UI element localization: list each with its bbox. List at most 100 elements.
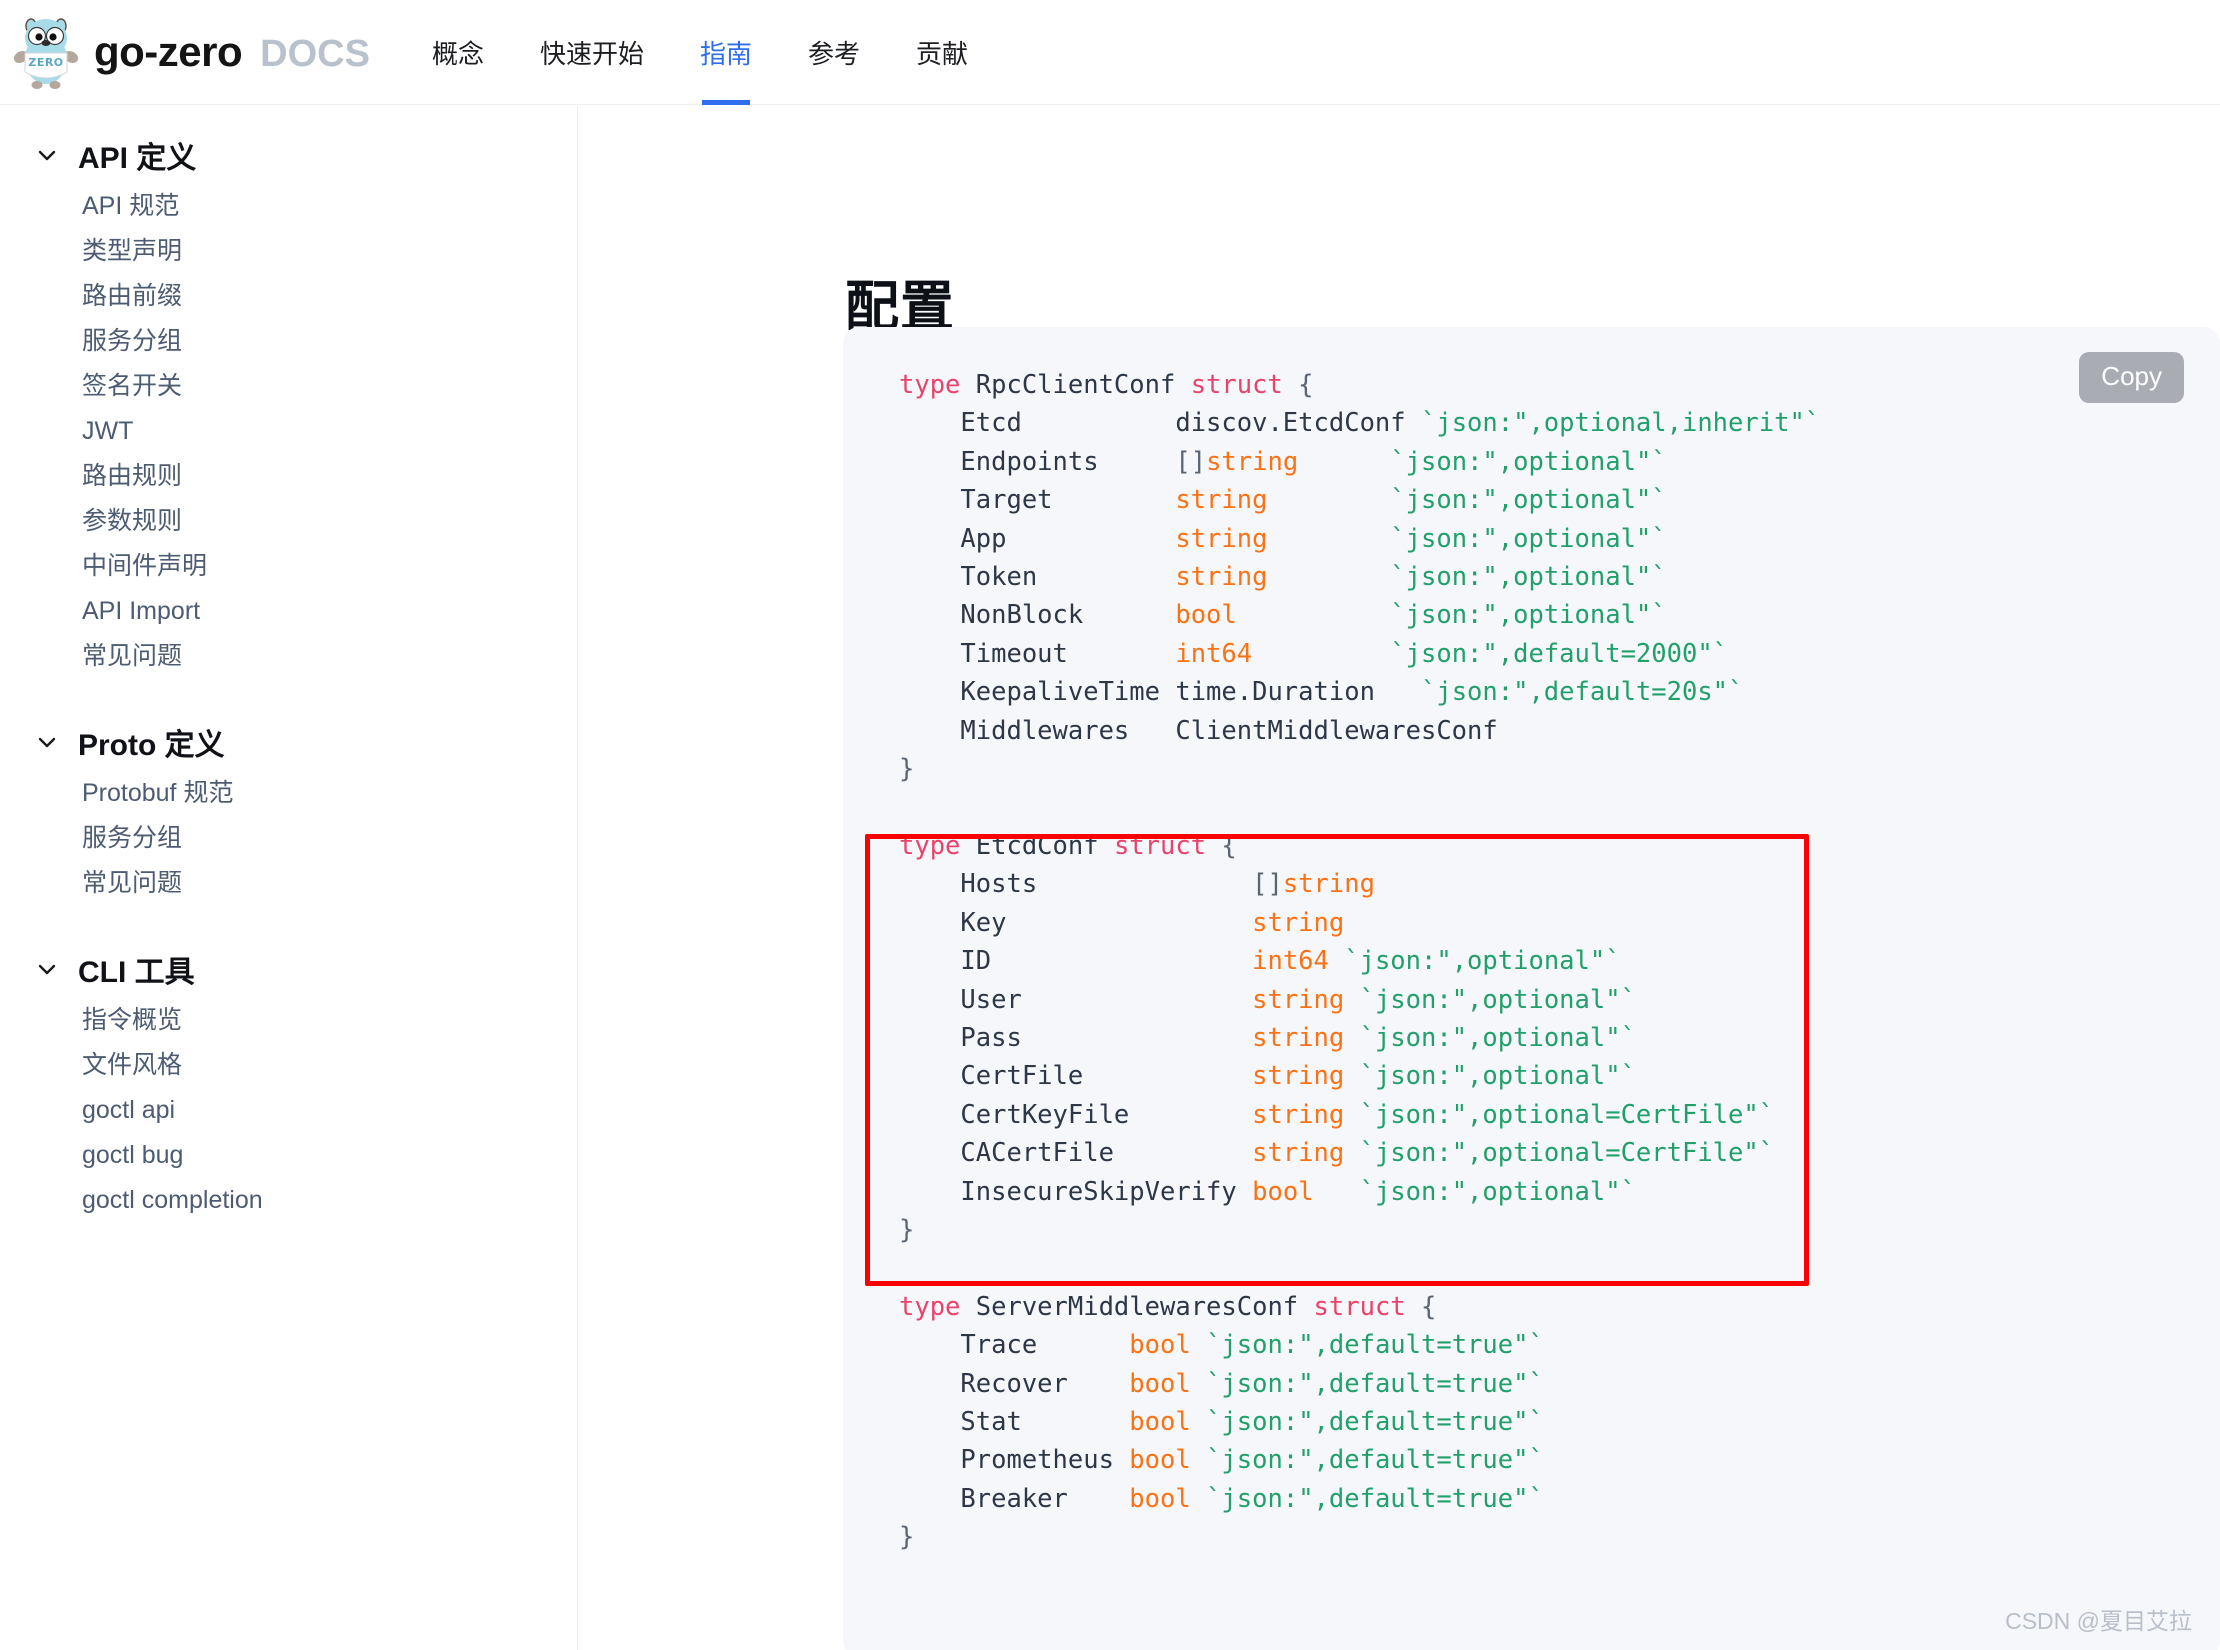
code-line: ID int64 `json:",optional"` <box>899 942 1820 980</box>
code-line: Timeout int64 `json:",default=2000"` <box>899 635 1820 673</box>
sidebar-section-title: Proto 定义 <box>78 729 225 762</box>
sidebar-section-header-1[interactable]: Proto 定义 <box>0 713 577 771</box>
topnav-item-3[interactable]: 参考 <box>808 0 860 105</box>
chevron-down-icon <box>34 729 60 755</box>
sidebar-section-gap <box>0 679 577 713</box>
topnav-item-1[interactable]: 快速开始 <box>540 0 644 105</box>
code-token: bool <box>1252 1176 1314 1207</box>
code-token: { <box>1282 370 1314 400</box>
sidebar-item-0-8[interactable]: 中间件声明 <box>0 544 577 589</box>
code-line: NonBlock bool `json:",optional"` <box>899 596 1820 634</box>
code-token: Pass <box>899 1022 1253 1053</box>
sidebar-item-0-7[interactable]: 参数规则 <box>0 499 577 544</box>
sidebar-item-0-4[interactable]: 签名开关 <box>0 364 577 409</box>
code-line: Endpoints []string `json:",optional"` <box>899 443 1820 481</box>
brand-docs-label: DOCS <box>260 33 370 75</box>
code-token: `json:",default=true"` <box>1206 1483 1544 1514</box>
code-token: `json:",default=true"` <box>1206 1330 1544 1361</box>
site-header: ZERO go-zero DOCS 概念 快速开始 指南 参考 贡献 <box>0 0 2220 105</box>
sidebar-item-2-4[interactable]: goctl completion <box>0 1178 577 1223</box>
code-line: type EtcdConf struct { <box>899 827 1820 865</box>
code-token: `json:",default=true"` <box>1206 1445 1544 1476</box>
sidebar-item-1-0[interactable]: Protobuf 规范 <box>0 771 577 816</box>
code-token: RpcClientConf <box>975 370 1191 400</box>
code-token: `json:",optional"` <box>1390 446 1667 477</box>
code-token: string <box>1175 523 1268 554</box>
topnav-item-0[interactable]: 概念 <box>432 0 484 105</box>
code-token: string <box>1252 984 1345 1015</box>
code-token: User <box>899 984 1253 1015</box>
code-token: EtcdConf <box>975 830 1114 861</box>
sidebar-section-title: API 定义 <box>78 142 197 175</box>
code-token: Target <box>899 485 1176 516</box>
sidebar-item-0-10[interactable]: 常见问题 <box>0 634 577 679</box>
code-token: `json:",optional"` <box>1344 946 1621 977</box>
code-token: Key <box>899 907 1253 938</box>
code-token: Etcd discov.EtcdConf <box>899 408 1421 439</box>
code-line: App string `json:",optional"` <box>899 520 1820 558</box>
code-token: `json:",optional"` <box>1390 600 1667 631</box>
code-token: struct <box>1313 1291 1406 1322</box>
code-token: int64 <box>1175 638 1253 669</box>
go-zero-logo[interactable]: ZERO <box>10 11 82 93</box>
sidebar-item-2-3[interactable]: goctl bug <box>0 1133 577 1178</box>
top-navigation: 概念 快速开始 指南 参考 贡献 <box>432 0 968 105</box>
code-line: User string `json:",optional"` <box>899 981 1820 1019</box>
code-line: Stat bool `json:",default=true"` <box>899 1403 1820 1441</box>
sidebar-item-0-5[interactable]: JWT <box>0 409 577 454</box>
topnav-item-4[interactable]: 贡献 <box>916 0 968 105</box>
code-token: Stat <box>899 1406 1130 1437</box>
code-token: } <box>899 1522 915 1553</box>
sidebar-section-header-0[interactable]: API 定义 <box>0 126 577 184</box>
sidebar-item-1-2[interactable]: 常见问题 <box>0 861 577 906</box>
code-token: Timeout <box>899 638 1176 669</box>
code-block-card: Copy type RpcClientConf struct { Etcd di… <box>843 327 2220 1650</box>
sidebar-item-2-1[interactable]: 文件风格 <box>0 1043 577 1088</box>
code-token: Breaker <box>899 1483 1130 1514</box>
chevron-down-icon <box>34 142 60 168</box>
topnav-item-2[interactable]: 指南 <box>700 0 752 105</box>
code-token: Token <box>899 562 1176 593</box>
copy-button[interactable]: Copy <box>2079 352 2184 403</box>
sidebar-item-2-0[interactable]: 指令概览 <box>0 998 577 1043</box>
code-token: [] <box>1175 446 1207 477</box>
code-line: InsecureSkipVerify bool `json:",optional… <box>899 1173 1820 1211</box>
sidebar-item-0-3[interactable]: 服务分组 <box>0 319 577 364</box>
code-token: `json:",optional"` <box>1390 562 1667 593</box>
code-token: CertFile <box>899 1061 1253 1092</box>
code-token: [] <box>1252 869 1283 900</box>
sidebar-item-2-2[interactable]: goctl api <box>0 1088 577 1133</box>
sidebar-item-1-1[interactable]: 服务分组 <box>0 816 577 861</box>
code-token: `json:",optional"` <box>1359 1061 1636 1092</box>
sidebar-section-header-2[interactable]: CLI 工具 <box>0 940 577 998</box>
sidebar-item-0-6[interactable]: 路由规则 <box>0 454 577 499</box>
code-token: App <box>899 523 1176 554</box>
sidebar-item-0-1[interactable]: 类型声明 <box>0 229 577 274</box>
code-token: int64 <box>1252 946 1329 977</box>
code-line: KeepaliveTime time.Duration `json:",defa… <box>899 673 1820 711</box>
code-line: } <box>899 1211 1820 1249</box>
sidebar-section-gap <box>0 906 577 940</box>
code-token: Endpoints <box>899 446 1176 477</box>
sidebar-item-0-9[interactable]: API Import <box>0 589 577 634</box>
sidebar-item-0-2[interactable]: 路由前缀 <box>0 274 577 319</box>
brand-name: go-zero <box>94 28 243 75</box>
code-line: CACertFile string `json:",optional=CertF… <box>899 1134 1820 1172</box>
code-token: `json:",default=true"` <box>1206 1368 1544 1399</box>
brand[interactable]: go-zero DOCS <box>94 28 370 76</box>
code-content[interactable]: type RpcClientConf struct { Etcd discov.… <box>899 366 1820 1557</box>
code-token: bool <box>1129 1445 1191 1476</box>
code-token: Hosts <box>899 869 1253 900</box>
sidebar-item-0-0[interactable]: API 规范 <box>0 184 577 229</box>
